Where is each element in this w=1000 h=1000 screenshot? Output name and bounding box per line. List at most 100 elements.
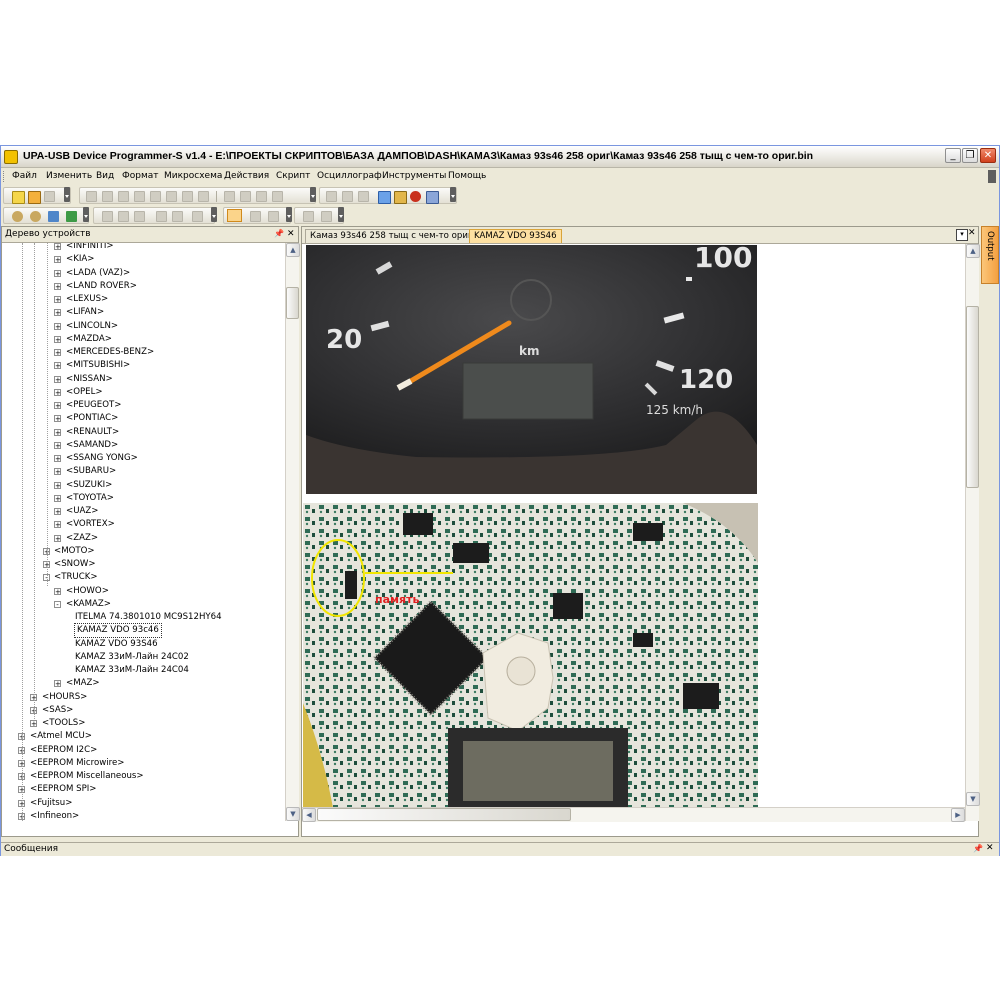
- tree-row[interactable]: + <LINCOLN>: [2, 320, 285, 333]
- tree-row[interactable]: + <LEXUS>: [2, 293, 285, 306]
- tree-row[interactable]: + <Fujitsu>: [2, 797, 285, 810]
- layout-4-icon[interactable]: [156, 211, 167, 222]
- tree-row[interactable]: + <TOOLS>: [2, 717, 285, 730]
- cut-icon[interactable]: [118, 191, 129, 202]
- zoom-in-icon[interactable]: [12, 211, 23, 222]
- menu-edit[interactable]: Изменить: [46, 171, 92, 181]
- redo-icon[interactable]: [102, 191, 113, 202]
- layout-5-icon[interactable]: [172, 211, 183, 222]
- fit-icon[interactable]: [48, 211, 59, 222]
- zoom-out-icon[interactable]: [30, 211, 41, 222]
- tree-row[interactable]: + <EEPROM I2C>: [2, 744, 285, 757]
- copy-icon[interactable]: [134, 191, 145, 202]
- verify-chip-icon[interactable]: [256, 191, 267, 202]
- expand-icon[interactable]: +: [54, 296, 61, 304]
- delete-icon[interactable]: [166, 191, 177, 202]
- tab-kamaz-vdo[interactable]: KAMAZ VDO 93S46: [469, 229, 562, 243]
- expand-icon[interactable]: +: [54, 349, 61, 357]
- tree-row[interactable]: + <HOWO>: [2, 585, 285, 598]
- blank-check-icon[interactable]: [326, 191, 337, 202]
- restore-button[interactable]: ❐: [962, 148, 978, 163]
- find-icon[interactable]: [182, 191, 193, 202]
- toolbar-overflow-chevron-icon[interactable]: [450, 187, 456, 202]
- pin-icon[interactable]: 📌: [973, 844, 983, 853]
- toolbar-overflow-chevron-icon[interactable]: [286, 207, 292, 222]
- expand-icon[interactable]: +: [54, 481, 61, 489]
- document-horizontal-scrollbar[interactable]: ◀ ▶: [302, 807, 965, 822]
- tree-row[interactable]: + <SUZUKI>: [2, 479, 285, 492]
- expand-icon[interactable]: +: [54, 455, 61, 463]
- tree-row[interactable]: + <NISSAN>: [2, 373, 285, 386]
- toolbar-overflow-chevron-icon[interactable]: [310, 187, 316, 202]
- select-area-icon[interactable]: [250, 211, 261, 222]
- menu-script[interactable]: Скрипт: [276, 171, 310, 181]
- menu-grip[interactable]: [3, 171, 7, 182]
- tree-row[interactable]: + <INFINITI>: [2, 243, 285, 253]
- tree-row[interactable]: + <PEUGEOT>: [2, 399, 285, 412]
- toolbar-overflow-chevron-icon[interactable]: [64, 187, 70, 202]
- expand-icon[interactable]: +: [54, 441, 61, 449]
- close-document-icon[interactable]: ✕: [968, 228, 976, 238]
- tree-row[interactable]: KAMAZ VDO 93c46: [2, 623, 285, 639]
- tree-row[interactable]: + <EEPROM SPI>: [2, 783, 285, 796]
- expand-icon[interactable]: +: [54, 468, 61, 476]
- compare-icon[interactable]: [358, 191, 369, 202]
- layout-3-icon[interactable]: [134, 211, 145, 222]
- pointer-icon[interactable]: [227, 209, 242, 222]
- toolbar-overflow-chevron-icon[interactable]: [83, 207, 89, 222]
- scroll-down-button[interactable]: ▼: [286, 807, 300, 821]
- tree-row[interactable]: + <SAS>: [2, 704, 285, 717]
- close-icon[interactable]: ✕: [986, 843, 994, 853]
- tree-row[interactable]: ITELMA 74.3801010 MC9S12HY64: [2, 611, 285, 624]
- tree-row[interactable]: + <EEPROM Miscellaneous>: [2, 770, 285, 783]
- expand-icon[interactable]: +: [54, 521, 61, 529]
- undo-icon[interactable]: [86, 191, 97, 202]
- replace-icon[interactable]: [198, 191, 209, 202]
- tab-bin-file[interactable]: Камаз 93s46 258 тыщ с чем-то ориг.bin: [305, 229, 494, 243]
- scroll-up-button[interactable]: ▲: [286, 243, 300, 257]
- expand-icon[interactable]: +: [54, 269, 61, 277]
- write-chip-icon[interactable]: [240, 191, 251, 202]
- scroll-right-button[interactable]: ▶: [951, 808, 965, 822]
- menu-file[interactable]: Файл: [12, 171, 37, 181]
- close-icon[interactable]: ✕: [287, 229, 295, 239]
- tree-row[interactable]: + <PONTIAC>: [2, 412, 285, 425]
- expand-icon[interactable]: +: [54, 587, 61, 595]
- tree-row[interactable]: + <MITSUBISHI>: [2, 359, 285, 372]
- tree-row[interactable]: + <MERCEDES-BENZ>: [2, 346, 285, 359]
- help-icon[interactable]: [426, 191, 439, 204]
- tree-row[interactable]: + <RENAULT>: [2, 426, 285, 439]
- pin-icon[interactable]: 📌: [274, 229, 284, 238]
- menu-actions[interactable]: Действия: [224, 171, 269, 181]
- layout-2-icon[interactable]: [118, 211, 129, 222]
- move-icon[interactable]: [66, 211, 77, 222]
- expand-icon[interactable]: +: [54, 362, 61, 370]
- save-icon[interactable]: [44, 191, 55, 202]
- tree-row[interactable]: + <SAMAND>: [2, 439, 285, 452]
- tab-list-dropdown-icon[interactable]: ▾: [956, 229, 968, 241]
- layout-6-icon[interactable]: [192, 211, 203, 222]
- tree-row[interactable]: - <KAMAZ>: [2, 598, 285, 611]
- tree-row[interactable]: + <LADA (VAZ)>: [2, 267, 285, 280]
- tree-row[interactable]: + <MAZ>: [2, 677, 285, 690]
- expand-icon[interactable]: +: [54, 534, 61, 542]
- tree-row[interactable]: + <TOYOTA>: [2, 492, 285, 505]
- tree-row[interactable]: + <ZAZ>: [2, 532, 285, 545]
- expand-icon[interactable]: +: [54, 428, 61, 436]
- minimize-button[interactable]: _: [945, 148, 961, 163]
- expand-icon[interactable]: +: [54, 494, 61, 502]
- expand-icon[interactable]: +: [54, 680, 61, 688]
- expand-icon[interactable]: +: [54, 508, 61, 516]
- expand-icon[interactable]: +: [54, 256, 61, 264]
- tree-row[interactable]: + <MOTO>: [2, 545, 285, 558]
- device-info-icon[interactable]: [378, 191, 391, 204]
- collapse-icon[interactable]: -: [54, 600, 61, 608]
- scroll-thumb[interactable]: [286, 287, 299, 319]
- tree-row[interactable]: + <HOURS>: [2, 691, 285, 704]
- expand-icon[interactable]: +: [54, 282, 61, 290]
- tree-row[interactable]: - <TRUCK>: [2, 571, 285, 584]
- scroll-down-button[interactable]: ▼: [966, 792, 980, 806]
- output-side-tab[interactable]: Output: [981, 226, 999, 284]
- tree-row[interactable]: + <OPEL>: [2, 386, 285, 399]
- scroll-thumb[interactable]: [966, 306, 979, 488]
